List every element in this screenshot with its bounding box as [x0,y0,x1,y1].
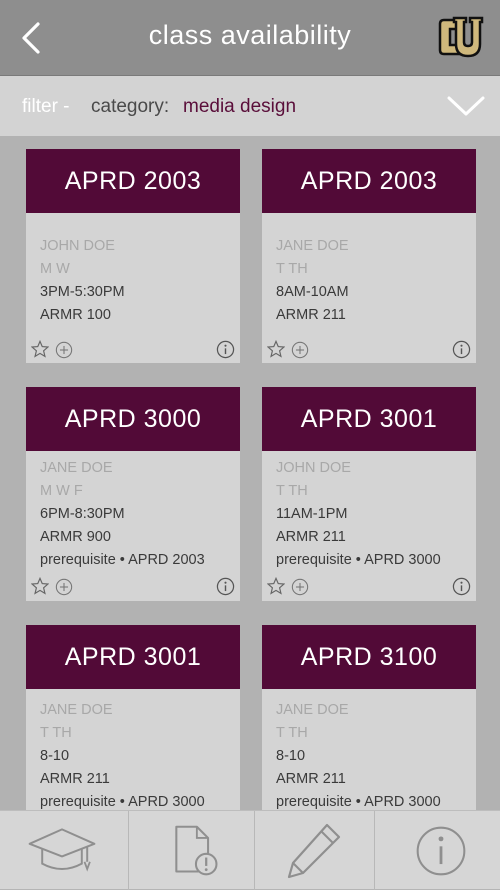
tab-notes[interactable] [255,811,374,890]
info-icon[interactable] [452,340,471,359]
room: ARMR 211 [276,529,346,545]
time: 3PM-5:30PM [40,284,125,300]
course-code: APRD 2003 [26,149,240,213]
days: T TH [276,483,308,499]
prerequisite: prerequisite • APRD 3000 [276,794,441,810]
room: ARMR 211 [276,771,346,787]
class-card[interactable]: APRD 3001 JOHN DOE T TH 11AM-1PM ARMR 21… [262,387,476,601]
room: ARMR 900 [40,529,111,545]
instructor: JANE DOE [276,702,349,718]
star-icon[interactable] [31,340,49,358]
document-alert-icon [175,825,218,876]
info-icon[interactable] [452,577,471,596]
instructor: JANE DOE [276,238,349,254]
star-icon[interactable] [267,340,285,358]
days: M W [40,261,70,277]
time: 11AM-1PM [276,506,348,522]
info-icon[interactable] [216,340,235,359]
star-icon[interactable] [31,577,49,595]
time: 8-10 [276,748,306,764]
class-card[interactable]: APRD 3001 JANE DOE T TH 8-10 ARMR 211 pr… [26,625,240,810]
instructor: JOHN DOE [276,460,351,476]
app-header: class availability [0,0,500,76]
page-title: class availability [148,20,352,50]
instructor: JANE DOE [40,702,113,718]
time: 8-10 [40,748,70,764]
instructor: JOHN DOE [40,238,115,254]
room: ARMR 211 [40,771,110,787]
info-icon [416,826,466,876]
add-circle-icon[interactable] [291,578,309,596]
prerequisite: prerequisite • APRD 3000 [40,794,205,810]
time: 6PM-8:30PM [40,506,125,522]
days: T TH [40,725,72,741]
class-card[interactable]: APRD 3100 JANE DOE T TH 8-10 ARMR 211 pr… [262,625,476,810]
info-icon[interactable] [216,577,235,596]
add-circle-icon[interactable] [55,341,73,359]
course-code: APRD 3000 [26,387,240,451]
course-code: APRD 3001 [26,625,240,689]
filter-category-label: category: [91,96,170,117]
add-circle-icon[interactable] [55,578,73,596]
class-card[interactable]: APRD 3000 JANE DOE M W F 6PM-8:30PM ARMR… [26,387,240,601]
prerequisite: prerequisite • APRD 2003 [40,552,205,568]
course-code: APRD 2003 [262,149,476,213]
room: ARMR 211 [276,307,346,323]
tab-info[interactable] [375,811,500,890]
class-card[interactable]: APRD 2003 JANE DOE T TH 8AM-10AM ARMR 21… [262,149,476,363]
course-code: APRD 3001 [262,387,476,451]
filter-category-value[interactable]: media design [183,96,296,118]
tab-documents[interactable] [129,811,254,890]
prerequisite: prerequisite • APRD 3000 [276,552,441,568]
instructor: JANE DOE [40,460,113,476]
chevron-down-icon[interactable] [446,92,486,120]
cu-logo-icon [438,16,484,58]
time: 8AM-10AM [276,284,349,300]
class-card[interactable]: APRD 2003 JOHN DOE M W 3PM-5:30PM ARMR 1… [26,149,240,363]
filter-bar[interactable]: filter - category: media design [0,76,500,136]
filter-label: filter - [22,96,70,117]
days: M W F [40,483,83,499]
star-icon[interactable] [267,577,285,595]
days: T TH [276,725,308,741]
bottom-tab-bar [0,810,500,890]
graduation-cap-icon [28,828,96,872]
days: T TH [276,261,308,277]
course-code: APRD 3100 [262,625,476,689]
add-circle-icon[interactable] [291,341,309,359]
tab-courses[interactable] [0,811,128,890]
class-grid: APRD 2003 JOHN DOE M W 3PM-5:30PM ARMR 1… [0,136,500,810]
pencil-icon [287,823,341,879]
room: ARMR 100 [40,307,111,323]
